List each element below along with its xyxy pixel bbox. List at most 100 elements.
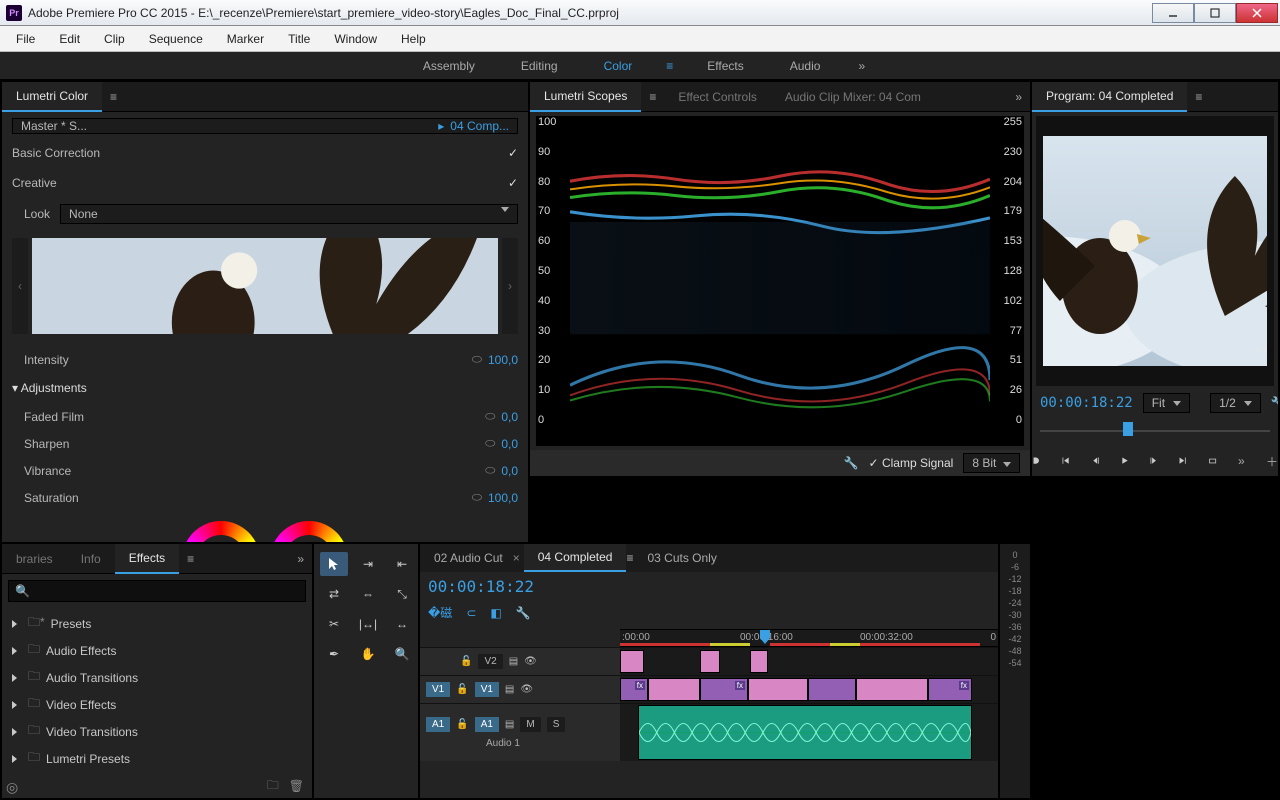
track-select-forward-tool[interactable]: ⇥: [354, 552, 382, 576]
add-button-icon[interactable]: ＋: [1266, 453, 1278, 469]
look-prev-button[interactable]: ‹: [12, 238, 28, 334]
eye-icon[interactable]: 👁: [520, 684, 533, 695]
v2-target[interactable]: V2: [478, 654, 502, 669]
tab-effects[interactable]: Effects: [115, 544, 179, 574]
hand-tool[interactable]: ✋: [354, 642, 382, 666]
adjustments-header[interactable]: ▾ Adjustments: [12, 377, 518, 399]
slide-tool[interactable]: ↔: [388, 612, 416, 636]
tab-program[interactable]: Program: 04 Completed: [1032, 82, 1187, 112]
timeline-panel-menu-icon[interactable]: ≡: [626, 551, 633, 565]
lock-icon[interactable]: 🔓: [460, 656, 472, 667]
solo-button[interactable]: S: [547, 717, 566, 732]
effects-panel-menu-icon[interactable]: ≡: [179, 552, 202, 566]
sync-lock-icon[interactable]: ▤: [505, 719, 514, 730]
scopes-overflow-icon[interactable]: »: [1007, 90, 1030, 104]
workspace-color[interactable]: Color: [586, 55, 651, 77]
zoom-tool[interactable]: 🔍: [388, 642, 416, 666]
a1-source-patch[interactable]: A1: [426, 717, 450, 732]
a1-target[interactable]: A1: [475, 717, 499, 732]
sequence-tab-03[interactable]: 03 Cuts Only: [633, 545, 730, 571]
tree-item-video-effects[interactable]: 🗀Video Effects: [6, 691, 308, 718]
selection-tool[interactable]: [320, 552, 348, 576]
tree-item-audio-transitions[interactable]: 🗀Audio Transitions: [6, 664, 308, 691]
tab-libraries[interactable]: braries: [2, 545, 67, 573]
workspace-overflow[interactable]: »: [848, 59, 875, 73]
timeline-ruler[interactable]: :00:00 00:00:16:00 00:00:32:00 0: [620, 629, 998, 647]
tree-item-presets[interactable]: 🗀*Presets: [6, 610, 308, 637]
reset-icon[interactable]: ⬭: [485, 409, 495, 424]
look-next-button[interactable]: ›: [502, 238, 518, 334]
program-timecode-in[interactable]: 00:00:18:22: [1040, 395, 1133, 411]
tab-lumetri-color[interactable]: Lumetri Color: [2, 82, 102, 112]
lift-button[interactable]: [1208, 453, 1217, 469]
clip-v2-2[interactable]: [700, 650, 720, 673]
workspace-editing[interactable]: Editing: [503, 55, 576, 77]
program-panel-menu-icon[interactable]: ≡: [1187, 90, 1210, 104]
play-button[interactable]: [1120, 453, 1129, 469]
creative-cloud-icon[interactable]: ◎: [6, 779, 18, 796]
tree-item-audio-effects[interactable]: 🗀Audio Effects: [6, 637, 308, 664]
tree-item-video-transitions[interactable]: 🗀Video Transitions: [6, 718, 308, 745]
mute-button[interactable]: M: [520, 717, 540, 732]
vibrance-value[interactable]: 0,0: [501, 464, 518, 478]
linked-selection-icon[interactable]: ⊂: [466, 606, 476, 620]
creative-checkbox[interactable]: ✓: [508, 176, 518, 190]
lock-icon[interactable]: 🔓: [456, 684, 468, 695]
v1-target[interactable]: V1: [475, 682, 499, 697]
bitdepth-select[interactable]: 8 Bit: [963, 453, 1020, 473]
tab-effect-controls[interactable]: Effect Controls: [664, 83, 770, 111]
transport-overflow-icon[interactable]: »: [1237, 453, 1246, 469]
trash-icon[interactable]: 🗑: [289, 779, 304, 793]
lumetri-panel-menu-icon[interactable]: ≡: [102, 90, 125, 104]
rate-stretch-tool[interactable]: ⤡: [388, 582, 416, 606]
pen-tool[interactable]: ✒: [320, 642, 348, 666]
clip-v2-3[interactable]: [750, 650, 768, 673]
effects-search-input[interactable]: 🔍: [8, 580, 306, 602]
sequence-tab-02[interactable]: 02 Audio Cut: [420, 545, 517, 571]
program-fit-select[interactable]: Fit: [1143, 393, 1190, 413]
clip-v1-6[interactable]: [856, 678, 928, 701]
program-scrubber[interactable]: [1040, 420, 1270, 442]
window-close-button[interactable]: [1236, 3, 1278, 23]
timeline-timecode[interactable]: 00:00:18:22: [428, 577, 534, 596]
basic-correction-checkbox[interactable]: ✓: [508, 146, 518, 160]
wrench-icon[interactable]: 🔧: [844, 456, 859, 470]
menu-window[interactable]: Window: [322, 28, 389, 50]
workspace-effects[interactable]: Effects: [689, 55, 761, 77]
step-forward-button[interactable]: [1149, 453, 1158, 469]
reset-icon[interactable]: ⬭: [485, 436, 495, 451]
menu-clip[interactable]: Clip: [92, 28, 137, 50]
clip-v1-5[interactable]: [808, 678, 856, 701]
effects-overflow-icon[interactable]: »: [289, 552, 312, 566]
sharpen-value[interactable]: 0,0: [501, 437, 518, 451]
timeline-playhead[interactable]: [760, 630, 770, 646]
window-minimize-button[interactable]: [1152, 3, 1194, 23]
workspace-assembly[interactable]: Assembly: [405, 55, 493, 77]
program-zoom-select[interactable]: 1/2: [1210, 393, 1261, 413]
workspace-audio[interactable]: Audio: [772, 55, 839, 77]
reset-icon[interactable]: ⬭: [472, 352, 482, 367]
highlight-tint-wheel[interactable]: [270, 521, 348, 542]
tab-lumetri-scopes[interactable]: Lumetri Scopes: [530, 82, 641, 112]
sync-lock-icon[interactable]: ▤: [509, 656, 518, 667]
scopes-panel-menu-icon[interactable]: ≡: [641, 90, 664, 104]
goto-in-button[interactable]: [1061, 453, 1070, 469]
basic-correction-section[interactable]: Basic Correction✓: [12, 142, 518, 164]
ripple-edit-tool[interactable]: ⇄: [320, 582, 348, 606]
sequence-close-02[interactable]: ×: [509, 551, 524, 565]
menu-help[interactable]: Help: [389, 28, 438, 50]
tab-audio-clip-mixer[interactable]: Audio Clip Mixer: 04 Com: [771, 83, 935, 111]
snap-icon[interactable]: �磁: [428, 604, 452, 621]
menu-title[interactable]: Title: [276, 28, 322, 50]
program-playhead[interactable]: [1123, 422, 1133, 436]
razor-tool[interactable]: ✂: [320, 612, 348, 636]
shadow-tint-wheel[interactable]: [182, 521, 260, 542]
v1-source-patch[interactable]: V1: [426, 682, 450, 697]
reset-icon[interactable]: ⬭: [472, 490, 482, 505]
clip-v2-1[interactable]: [620, 650, 644, 673]
clamp-signal-checkbox[interactable]: ✓ Clamp Signal: [869, 456, 954, 470]
new-bin-icon[interactable]: 🗀: [267, 776, 279, 797]
program-viewport[interactable]: © Richard Harrington LLC: [1036, 116, 1274, 386]
lumetri-scope-selector[interactable]: Master * S... ▸ 04 Comp...: [12, 118, 518, 134]
menu-sequence[interactable]: Sequence: [137, 28, 215, 50]
